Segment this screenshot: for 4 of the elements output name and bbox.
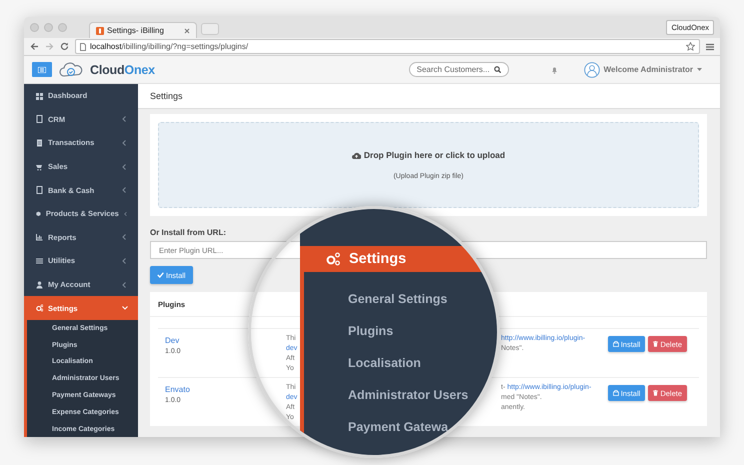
page-title: Settings xyxy=(138,84,720,109)
logo-text: CloudOnex xyxy=(90,62,155,76)
drop-zone-title: Drop Plugin here or click to upload xyxy=(364,150,506,160)
field-label: Or Install from URL: xyxy=(150,228,228,237)
